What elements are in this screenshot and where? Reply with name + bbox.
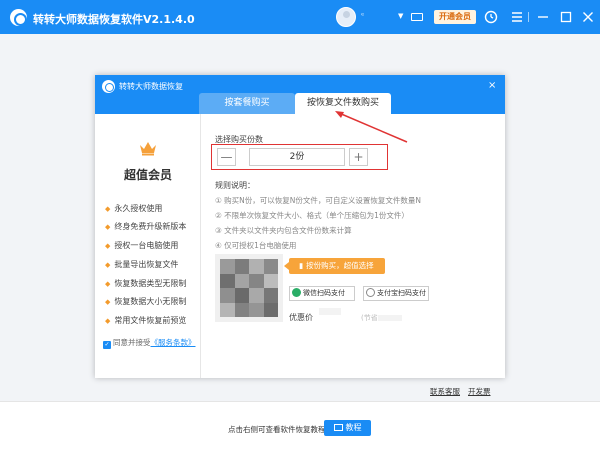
dialog-title: 转转大师数据恢复 bbox=[119, 82, 183, 91]
book-icon bbox=[333, 424, 343, 431]
purchase-panel: 选择购买份数 — 2份 + 规则说明： ① 购买N份，可以恢复N份文件，可自定义… bbox=[201, 114, 505, 396]
tutorial-button[interactable]: 教程 bbox=[324, 420, 371, 436]
benefit-item: ◆ 恢复数据类型无限制 bbox=[105, 279, 187, 288]
terms-link[interactable]: 《服务条款》 bbox=[151, 338, 196, 347]
price-tag: ▮ 按份购买，超值选择 bbox=[284, 258, 385, 274]
window-controls-divider bbox=[528, 12, 529, 22]
tag-icon: ▮ bbox=[299, 261, 304, 270]
close-icon[interactable] bbox=[579, 8, 597, 26]
app-title: 转转大师数据恢复软件V2.1.4.0 bbox=[33, 13, 195, 26]
benefit-item: ◆ 恢复数据大小无限制 bbox=[105, 297, 187, 306]
wechat-pay-button[interactable]: 微信扫码支付 bbox=[289, 286, 355, 301]
vip-title: 超值会员 bbox=[123, 168, 172, 182]
benefit-item: ◆ 永久授权使用 bbox=[105, 204, 163, 213]
footer-bar: 点击右侧可查看软件恢复教程 教程 bbox=[0, 401, 600, 450]
quantity-increase-button[interactable]: + bbox=[349, 148, 368, 166]
quantity-stepper: — 2份 + bbox=[211, 144, 388, 170]
benefit-item: ◆ 终身免费升级新版本 bbox=[105, 222, 187, 231]
monitor-icon[interactable] bbox=[411, 13, 423, 21]
user-name[interactable]: ᵉ bbox=[361, 11, 364, 20]
quantity-input[interactable]: 2份 bbox=[249, 148, 345, 166]
payment-qr-code bbox=[215, 254, 283, 322]
rule-item: ④ 仅可授权1台电脑使用 bbox=[215, 241, 297, 250]
terms-agreement: ✓ 同意并接受《服务条款》 bbox=[103, 338, 196, 349]
benefit-item: ◆ 常用文件恢复前预览 bbox=[105, 316, 187, 325]
rule-item: ③ 文件夹以文件夹内包含文件份数来计算 bbox=[215, 226, 352, 235]
title-bar: 转转大师数据恢复软件V2.1.4.0 ᵉ ▼ 开通会员 bbox=[0, 0, 600, 34]
alipay-button[interactable]: 支付宝扫码支付 bbox=[363, 286, 429, 301]
agree-checkbox[interactable]: ✓ bbox=[103, 341, 111, 349]
maximize-icon[interactable] bbox=[557, 8, 575, 26]
tab-package-purchase[interactable]: 按套餐购买 bbox=[199, 93, 295, 114]
dialog-close-icon[interactable]: × bbox=[488, 80, 496, 91]
tutorial-hint: 点击右侧可查看软件恢复教程 bbox=[228, 425, 326, 434]
open-vip-button[interactable]: 开通会员 bbox=[434, 10, 476, 24]
menu-icon[interactable] bbox=[508, 8, 526, 26]
purchase-dialog: 转转大师数据恢复 × 按套餐购买 按恢复文件数购买 超值会员 ◆ 永久授权使用 ◆… bbox=[95, 75, 505, 396]
tab-file-count-purchase[interactable]: 按恢复文件数购买 bbox=[295, 93, 391, 114]
contact-support-link[interactable]: 联系客服 bbox=[430, 386, 460, 397]
rule-item: ② 不限单次恢复文件大小、格式（单个压缩包为1份文件） bbox=[215, 211, 409, 220]
user-avatar[interactable] bbox=[336, 7, 356, 27]
refresh-icon[interactable] bbox=[482, 8, 500, 26]
rules-title: 规则说明： bbox=[215, 181, 255, 190]
savings-note: (节省 bbox=[361, 313, 402, 323]
benefit-item: ◆ 授权一台电脑使用 bbox=[105, 241, 179, 250]
discount-price-value bbox=[319, 308, 341, 315]
minimize-icon[interactable] bbox=[534, 8, 552, 26]
invoice-link[interactable]: 开发票 bbox=[468, 386, 491, 397]
app-logo-icon bbox=[10, 9, 27, 26]
discount-price-label: 优惠价 bbox=[289, 313, 313, 322]
alipay-icon bbox=[366, 288, 375, 297]
wechat-icon bbox=[292, 288, 301, 297]
vip-benefits-panel: 超值会员 ◆ 永久授权使用 ◆ 终身免费升级新版本 ◆ 授权一台电脑使用 ◆ 批量导出恢… bbox=[95, 114, 201, 378]
user-menu-chevron-down-icon[interactable]: ▼ bbox=[398, 12, 403, 20]
crown-icon bbox=[138, 140, 158, 156]
benefit-item: ◆ 批量导出恢复文件 bbox=[105, 260, 179, 269]
dialog-logo-icon bbox=[102, 80, 115, 93]
quantity-decrease-button[interactable]: — bbox=[217, 148, 236, 166]
rule-item: ① 购买N份，可以恢复N份文件，可自定义设置恢复文件数量N bbox=[215, 196, 421, 205]
dialog-header: 转转大师数据恢复 × 按套餐购买 按恢复文件数购买 bbox=[95, 75, 505, 114]
